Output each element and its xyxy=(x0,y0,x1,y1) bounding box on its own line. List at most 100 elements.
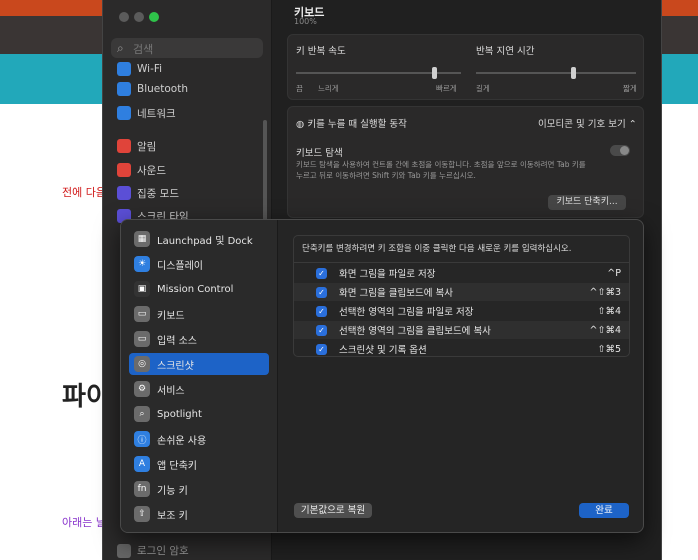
sidebar-item[interactable]: Wi-Fi xyxy=(117,60,162,78)
keyboard-shortcuts-button[interactable]: 키보드 단축키... xyxy=(548,195,626,210)
key-repeat-panel: 키 반복 속도 반복 지연 시간 끔 느리게 빠르게 길게 짧게 xyxy=(287,34,644,100)
repeat-rate-knob[interactable] xyxy=(432,67,437,79)
sidebar-item[interactable]: 집중 모드 xyxy=(117,184,179,202)
shortcut-category-item[interactable]: ⓘ 손쉬운 사용 xyxy=(129,428,269,450)
shortcut-list-box: 단축키를 변경하려면 키 조합을 이중 클릭한 다음 새로운 키를 입력하십시오… xyxy=(293,235,630,357)
battery-level: 100% xyxy=(294,17,317,26)
sidebar-item[interactable]: 사운드 xyxy=(117,161,166,179)
shortcut-category-item[interactable]: ☀ 디스플레이 xyxy=(129,253,269,275)
shortcut-keys[interactable]: ⇧⌘5 xyxy=(597,344,621,355)
rate-fast-label: 빠르게 xyxy=(436,84,457,93)
search-icon: ⌕ xyxy=(117,41,124,55)
launchpad-icon: ▦ xyxy=(134,231,150,247)
restore-defaults-button[interactable]: 기본값으로 복원 xyxy=(294,503,372,518)
shortcut-row[interactable]: ✓ 화면 그림을 클립보드에 복사 ^⇧⌘3 xyxy=(294,283,629,301)
shortcut-category-item[interactable]: ▦ Launchpad 및 Dock xyxy=(129,228,269,250)
shortcut-checkbox[interactable]: ✓ xyxy=(316,324,327,336)
shortcut-category-label: Mission Control xyxy=(157,283,234,295)
shortcut-checkbox[interactable]: ✓ xyxy=(316,305,327,317)
shortcut-category-label: 서비스 xyxy=(157,385,185,397)
delay-long-label: 길게 xyxy=(476,84,490,93)
spotlight-icon: ⌕ xyxy=(134,406,150,422)
shortcut-category-item[interactable]: ▭ 키보드 xyxy=(129,303,269,325)
sidebar-item-login-password[interactable]: 로그인 암호 xyxy=(117,543,189,558)
sidebar-item[interactable]: 알림 xyxy=(117,137,156,155)
input-source-icon: ▭ xyxy=(134,331,150,347)
search-field[interactable]: ⌕ 검색 xyxy=(111,38,263,58)
globe-key-label: 키를 누를 때 실행할 동작 xyxy=(307,119,407,130)
shortcut-category-item[interactable]: ⌕ Spotlight xyxy=(129,403,269,425)
divider xyxy=(294,262,629,263)
accessibility-icon: ⓘ xyxy=(134,431,150,447)
bell-icon xyxy=(117,139,131,153)
sidebar-item[interactable]: 네트워크 xyxy=(117,104,176,122)
shortcut-category-label: 앱 단축키 xyxy=(157,460,197,472)
sidebar-item-label: 네트워크 xyxy=(137,107,176,120)
shortcut-row[interactable]: ✓ 선택한 영역의 그림을 파일로 저장 ⇧⌘4 xyxy=(294,302,629,320)
screenshot-icon: ◎ xyxy=(134,356,150,372)
app-store-icon: A xyxy=(134,456,150,472)
globe-key-popup[interactable]: 이모티콘 및 기호 보기 ⌃ xyxy=(538,116,637,130)
shortcut-detail-pane: 단축키를 변경하려면 키 조합을 이중 클릭한 다음 새로운 키를 입력하십시오… xyxy=(278,220,643,532)
shortcut-label: 선택한 영역의 그림을 클립보드에 복사 xyxy=(339,326,491,337)
repeat-delay-slider[interactable] xyxy=(476,72,636,74)
sidebar-item-label: 집중 모드 xyxy=(137,187,179,200)
speaker-icon xyxy=(117,163,131,177)
rate-slow-label: 느리게 xyxy=(318,84,339,93)
shortcut-category-item[interactable]: ⚙ 서비스 xyxy=(129,378,269,400)
shortcut-category-label: 디스플레이 xyxy=(157,260,203,272)
shortcut-category-item[interactable]: ◎ 스크린샷 xyxy=(129,353,269,375)
sidebar-item-label: 사운드 xyxy=(137,164,166,177)
close-window-button[interactable] xyxy=(119,12,129,22)
wifi-icon xyxy=(117,62,131,76)
sidebar-item-label: Bluetooth xyxy=(137,83,188,95)
shortcut-instructions: 단축키를 변경하려면 키 조합을 이중 클릭한 다음 새로운 키를 입력하십시오… xyxy=(302,244,572,254)
repeat-rate-label: 키 반복 속도 xyxy=(296,46,346,57)
shortcut-row[interactable]: ✓ 선택한 영역의 그림을 클립보드에 복사 ^⇧⌘4 xyxy=(294,321,629,339)
shortcut-category-item[interactable]: ▭ 입력 소스 xyxy=(129,328,269,350)
keyboard-options-panel: ◍ 키를 누를 때 실행할 동작 이모티콘 및 기호 보기 ⌃ 키보드 탐색 키… xyxy=(287,106,644,218)
zoom-window-button[interactable] xyxy=(149,12,159,22)
shortcut-row[interactable]: ✓ 화면 그림을 파일로 저장 ^P xyxy=(294,264,629,282)
keyboard-navigation-desc: 키보드 탐색을 사용하여 컨트롤 간에 초점을 이동합니다. 초점을 앞으로 이… xyxy=(296,160,586,169)
search-placeholder: 검색 xyxy=(133,43,154,56)
lock-icon xyxy=(117,543,131,558)
keyboard-navigation-toggle[interactable] xyxy=(610,145,630,156)
shortcut-row[interactable]: ✓ 스크린샷 및 기록 옵션 ⇧⌘5 xyxy=(294,340,629,358)
shortcut-keys[interactable]: ^P xyxy=(607,268,621,279)
sidebar-item-label: 알림 xyxy=(137,140,157,153)
web-nav-board-link[interactable]: 게시판 xyxy=(661,124,694,141)
shortcut-keys[interactable]: ^⇧⌘3 xyxy=(590,287,621,298)
shortcut-category-label: 입력 소스 xyxy=(157,335,197,347)
shortcut-keys[interactable]: ⇧⌘4 xyxy=(597,306,621,317)
shortcut-category-label: 기능 키 xyxy=(157,485,188,497)
sun-icon: ☀ xyxy=(134,256,150,272)
shortcut-category-item[interactable]: A 앱 단축키 xyxy=(129,453,269,475)
shortcut-label: 화면 그림을 클립보드에 복사 xyxy=(339,288,453,299)
shortcut-category-item[interactable]: ▣ Mission Control xyxy=(129,278,269,300)
shortcut-category-label: 손쉬운 사용 xyxy=(157,435,207,447)
done-button[interactable]: 완료 xyxy=(579,503,629,518)
repeat-delay-label: 반복 지연 시간 xyxy=(476,46,535,57)
shortcut-keys[interactable]: ^⇧⌘4 xyxy=(590,325,621,336)
shortcut-checkbox[interactable]: ✓ xyxy=(316,267,327,279)
keyboard-navigation-label: 키보드 탐색 xyxy=(296,148,343,159)
shortcut-category-label: 스크린샷 xyxy=(157,360,194,372)
keyboard-shortcuts-dialog: ▦ Launchpad 및 Dock ☀ 디스플레이 ▣ Mission Control ▭… xyxy=(120,219,644,533)
shortcut-label: 화면 그림을 파일로 저장 xyxy=(339,269,436,280)
shortcut-category-item[interactable]: ⇧ 보조 키 xyxy=(129,503,269,525)
shortcut-checkbox[interactable]: ✓ xyxy=(316,343,327,355)
minimize-window-button[interactable] xyxy=(134,12,144,22)
modifier-key-icon: ⇧ xyxy=(134,506,150,522)
repeat-delay-knob[interactable] xyxy=(571,67,576,79)
mission-control-icon: ▣ xyxy=(134,281,150,297)
shortcut-category-label: 키보드 xyxy=(157,310,185,322)
shortcut-label: 스크린샷 및 기록 옵션 xyxy=(339,345,427,356)
web-purple-text: 아래는 날 xyxy=(62,516,106,529)
sidebar-item[interactable]: Bluetooth xyxy=(117,80,188,98)
web-red-text: 전에 다음 xyxy=(62,186,106,199)
shortcut-checkbox[interactable]: ✓ xyxy=(316,286,327,298)
shortcut-category-item[interactable]: fn 기능 키 xyxy=(129,478,269,500)
shortcut-label: 선택한 영역의 그림을 파일로 저장 xyxy=(339,307,474,318)
shortcut-category-list: ▦ Launchpad 및 Dock ☀ 디스플레이 ▣ Mission Control ▭… xyxy=(121,220,278,532)
